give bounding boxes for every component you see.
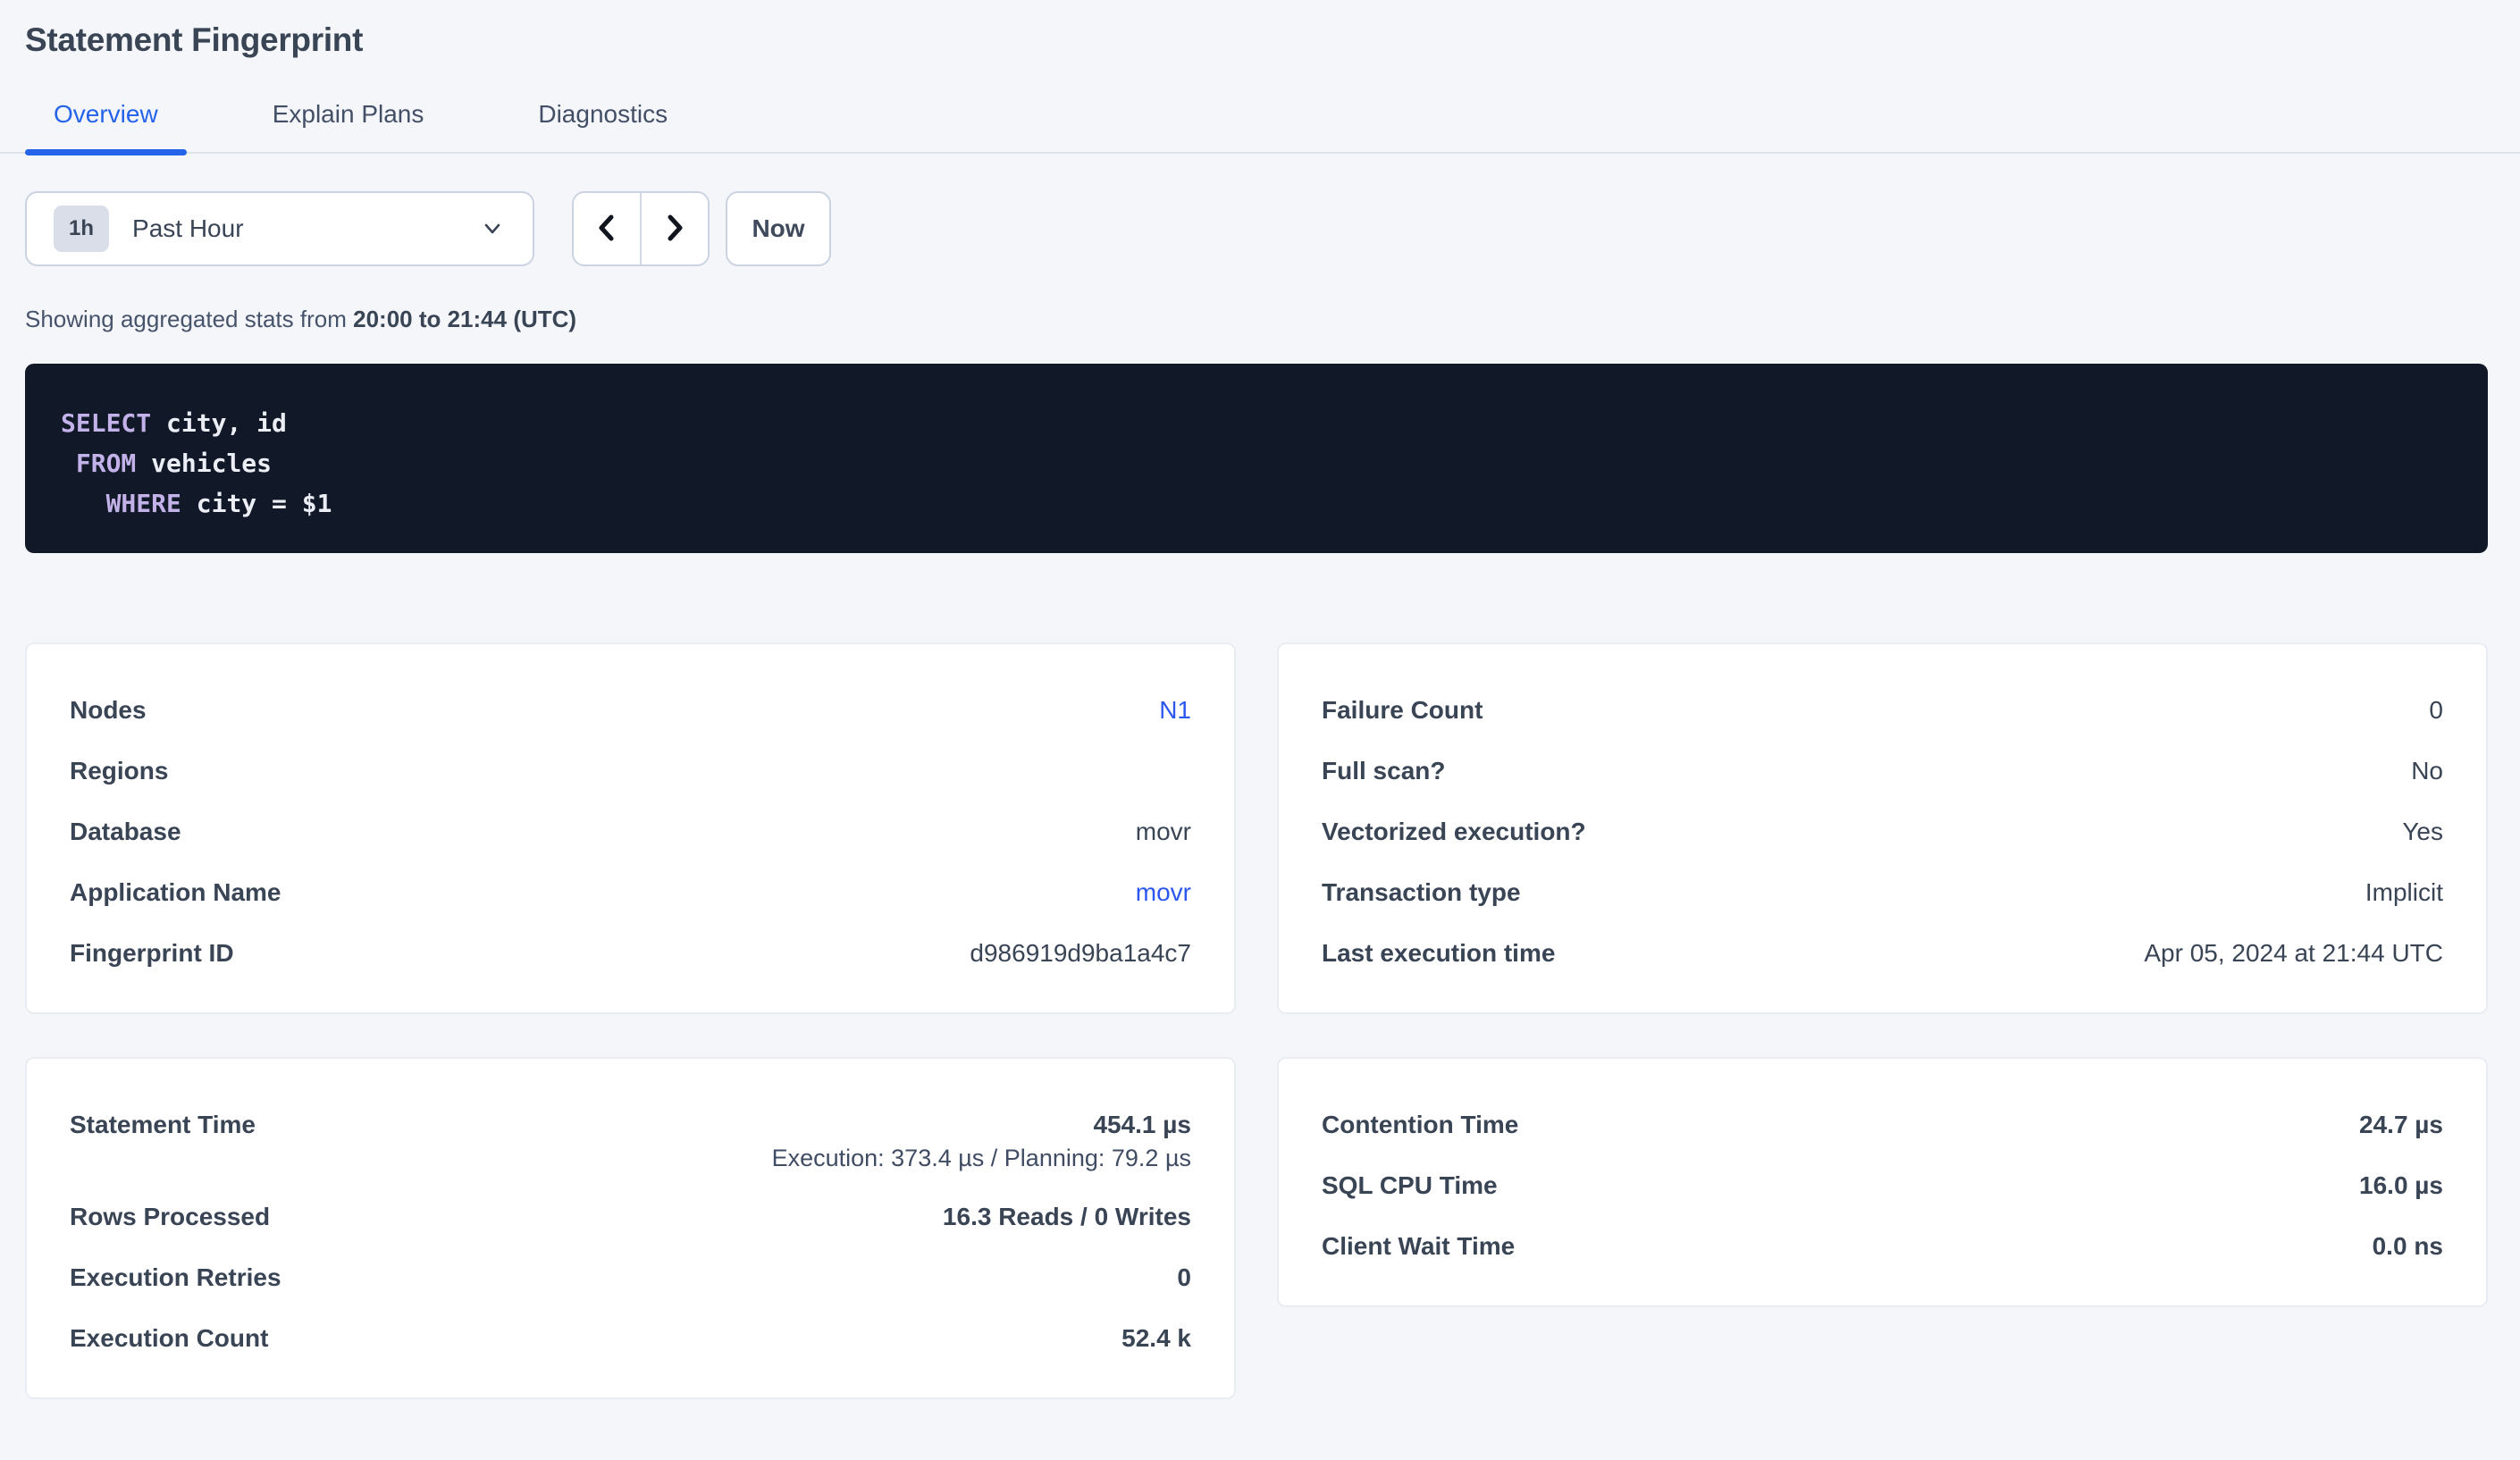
card-rows: NodesN1RegionsDatabasemovrApplication Na… <box>70 680 1191 984</box>
card-row: Database movr <box>70 801 1191 862</box>
row-label: Execution Count <box>70 1324 268 1353</box>
card-row: Transaction type Implicit <box>1322 862 2443 923</box>
row-label: Regions <box>70 757 168 785</box>
row-label: Nodes <box>70 696 147 725</box>
chevron-right-icon <box>661 212 688 247</box>
row-value: 16.3 Reads / 0 Writes <box>943 1203 1191 1231</box>
row-value: 0.0 ns <box>2373 1232 2443 1261</box>
card-row: Contention Time 24.7 µs <box>1322 1095 2443 1155</box>
tab-explain-plans[interactable]: Explain Plans <box>244 100 453 152</box>
tab-diagnostics[interactable]: Diagnostics <box>509 100 696 152</box>
next-interval-button[interactable] <box>642 193 708 264</box>
previous-interval-button[interactable] <box>574 193 642 264</box>
page-title: Statement Fingerprint <box>25 21 2520 59</box>
card-row: Execution Count 52.4 k <box>70 1308 1191 1369</box>
row-value: Implicit <box>2365 878 2443 907</box>
chevron-left-icon <box>593 212 620 247</box>
statement-time-card: Statement Time 454.1 µs Execution: 373.4 µ… <box>25 1057 1236 1399</box>
statement-details-card: NodesN1RegionsDatabasemovrApplication Na… <box>25 642 1236 1014</box>
row-label: Transaction type <box>1322 878 1521 907</box>
chevron-down-icon <box>479 215 506 242</box>
row-value: 24.7 µs <box>2359 1111 2443 1139</box>
row-value: 16.0 µs <box>2359 1171 2443 1200</box>
row-subvalue: Execution: 373.4 µs / Planning: 79.2 µs <box>70 1145 1191 1187</box>
statement-fingerprint-page: Statement Fingerprint Overview Explain P… <box>0 21 2520 1460</box>
time-toolbar: 1h Past Hour Now <box>25 191 2488 266</box>
card-row: Application Name movr <box>70 862 1191 923</box>
card-row: Last execution time Apr 05, 2024 at 21:44… <box>1322 923 2443 984</box>
execution-attributes-card: Failure Count 0 Full scan? No Vectorized exe… <box>1277 642 2488 1014</box>
time-range-badge: 1h <box>54 206 109 252</box>
card-row: Failure Count 0 <box>1322 680 2443 741</box>
tab-bar: Overview Explain Plans Diagnostics <box>0 100 2520 154</box>
card-rows: Contention Time 24.7 µs SQL CPU Time 16.0 µ… <box>1322 1095 2443 1277</box>
row-label: Full scan? <box>1322 757 1445 785</box>
row-label: Contention Time <box>1322 1111 1518 1139</box>
wait-time-card: Contention Time 24.7 µs SQL CPU Time 16.0 µ… <box>1277 1057 2488 1307</box>
summary-cards: NodesN1RegionsDatabasemovrApplication Na… <box>25 642 2488 1399</box>
row-label: Database <box>70 818 181 846</box>
aggregated-stats-caption: Showing aggregated stats from 20:00 to 2… <box>25 306 2488 333</box>
row-label: SQL CPU Time <box>1322 1171 1498 1200</box>
row-label: Fingerprint ID <box>70 939 234 968</box>
row-value-link[interactable]: movr <box>1136 878 1191 907</box>
time-range-label: Past Hour <box>132 214 244 243</box>
now-button[interactable]: Now <box>726 191 831 266</box>
row-value: 0 <box>2429 696 2443 725</box>
stats-caption-prefix: Showing aggregated stats from <box>25 306 353 332</box>
row-value: No <box>2411 757 2443 785</box>
row-value: 0 <box>1177 1263 1191 1292</box>
row-label: Statement Time <box>70 1111 256 1139</box>
card-row: Client Wait Time 0.0 ns <box>1322 1216 2443 1277</box>
row-value: d986919d9ba1a4c7 <box>970 939 1191 968</box>
page-content: 1h Past Hour Now <box>0 191 2520 1399</box>
row-label: Application Name <box>70 878 281 907</box>
card-row: Rows Processed 16.3 Reads / 0 Writes <box>70 1187 1191 1247</box>
card-rows: Statement Time 454.1 µs Execution: 373.4 µ… <box>70 1095 1191 1369</box>
row-value: movr <box>1136 818 1191 846</box>
card-row: Fingerprint ID d986919d9ba1a4c7 <box>70 923 1191 984</box>
row-label: Failure Count <box>1322 696 1483 725</box>
row-value: 52.4 k <box>1121 1324 1191 1353</box>
card-rows: Failure Count 0 Full scan? No Vectorized exe… <box>1322 680 2443 984</box>
card-row: Nodes N1 <box>70 680 1191 741</box>
row-label: Execution Retries <box>70 1263 281 1292</box>
row-label: Client Wait Time <box>1322 1232 1515 1261</box>
row-value-link[interactable]: N1 <box>1159 696 1191 725</box>
time-step-button-group <box>572 191 710 266</box>
sql-line: FROM vehicles <box>61 443 2452 483</box>
row-label: Rows Processed <box>70 1203 270 1231</box>
row-value: Apr 05, 2024 at 21:44 UTC <box>2144 939 2443 968</box>
card-row: SQL CPU Time 16.0 µs <box>1322 1155 2443 1216</box>
card-row: Execution Retries 0 <box>70 1247 1191 1308</box>
card-row: Vectorized execution? Yes <box>1322 801 2443 862</box>
sql-line: WHERE city = $1 <box>61 483 2452 524</box>
row-label: Last execution time <box>1322 939 1555 968</box>
row-value: Yes <box>2402 818 2443 846</box>
stats-caption-range: 20:00 to 21:44 (UTC) <box>353 306 576 332</box>
time-range-dropdown[interactable]: 1h Past Hour <box>25 191 534 266</box>
card-row: Full scan? No <box>1322 741 2443 801</box>
sql-code: SELECT city, id FROM vehicles WHERE city… <box>61 403 2452 524</box>
row-value: 454.1 µs <box>1093 1111 1191 1139</box>
row-label: Vectorized execution? <box>1322 818 1586 846</box>
sql-statement-box: SELECT city, id FROM vehicles WHERE city… <box>25 364 2488 553</box>
tab-overview[interactable]: Overview <box>25 100 187 152</box>
sql-line: SELECT city, id <box>61 403 2452 443</box>
card-row: Regions <box>70 741 1191 801</box>
